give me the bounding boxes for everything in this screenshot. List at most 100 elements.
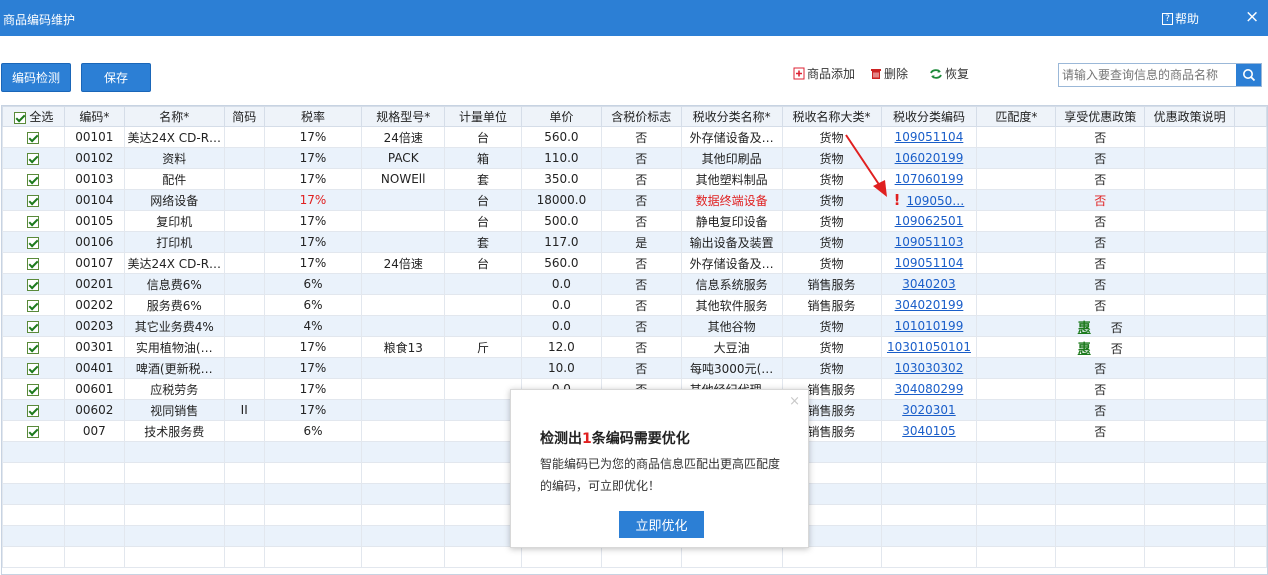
col-match[interactable]: 匹配度* bbox=[976, 106, 1057, 127]
row-select-cell[interactable] bbox=[2, 357, 65, 379]
add-product-button[interactable]: 商品添加 bbox=[793, 65, 855, 82]
cell-cat-code[interactable]: 10301050101 bbox=[880, 336, 978, 358]
table-row[interactable]: 00102 资料 17% PACK 箱 110.0 否其他印刷品 货物 106020199 否 bbox=[2, 147, 1267, 169]
table-row[interactable] bbox=[2, 546, 1267, 568]
cell-cat-code[interactable]: 109051104 bbox=[880, 252, 978, 274]
row-select-cell[interactable] bbox=[2, 168, 65, 190]
col-code[interactable]: 编码* bbox=[63, 106, 125, 127]
tax-code-link[interactable]: 304080299 bbox=[895, 382, 964, 396]
row-select-cell[interactable] bbox=[2, 504, 65, 526]
table-row[interactable]: 00301 实用植物油(… 17% 粮食13 斤 12.0 否大豆油 货物 1030105010… bbox=[2, 336, 1267, 358]
cell-cat-code[interactable]: 3020301 bbox=[880, 399, 978, 421]
col-unit[interactable]: 计量单位 bbox=[444, 106, 522, 127]
row-checkbox[interactable] bbox=[27, 299, 40, 312]
row-checkbox[interactable] bbox=[27, 257, 40, 270]
search-button[interactable] bbox=[1236, 64, 1261, 86]
row-select-cell[interactable] bbox=[2, 189, 65, 211]
row-select-cell[interactable] bbox=[2, 126, 65, 148]
table-row[interactable]: 00202 服务费6% 6% 0.0 否其他软件服务 销售服务 304020199 否 bbox=[2, 294, 1267, 316]
table-row[interactable]: 00101 美达24X CD-R… 17% 24倍速台 560.0 否外存储设备及… 货物 1… bbox=[2, 126, 1267, 148]
preferential-badge-icon[interactable]: 惠 bbox=[1078, 342, 1091, 357]
tax-code-link[interactable]: 10301050101 bbox=[887, 340, 971, 354]
col-cat-major[interactable]: 税收名称大类* bbox=[781, 106, 882, 127]
cell-cat-code[interactable] bbox=[880, 441, 978, 463]
col-spec[interactable]: 规格型号* bbox=[361, 106, 446, 127]
optimize-now-button[interactable]: 立即优化 bbox=[619, 511, 704, 538]
table-row[interactable]: 00203 其它业务费4% 4% 0.0 否其他谷物 货物 101010199 惠否 bbox=[2, 315, 1267, 337]
row-checkbox[interactable] bbox=[27, 236, 40, 249]
table-row[interactable]: 00201 信息费6% 6% 0.0 否信息系统服务 销售服务 3040203 否 bbox=[2, 273, 1267, 295]
row-select-cell[interactable] bbox=[2, 231, 65, 253]
row-select-cell[interactable] bbox=[2, 483, 65, 505]
col-cat-name[interactable]: 税收分类名称* bbox=[680, 106, 783, 127]
cell-cat-code[interactable]: 106020199 bbox=[880, 147, 978, 169]
cell-cat-code[interactable] bbox=[880, 462, 978, 484]
detect-code-button[interactable]: 编码检测 bbox=[1, 63, 71, 92]
popup-close-button[interactable]: × bbox=[789, 394, 800, 409]
search-input[interactable] bbox=[1059, 64, 1236, 86]
select-all-checkbox[interactable] bbox=[13, 111, 26, 124]
row-select-cell[interactable] bbox=[2, 378, 65, 400]
col-cat-code[interactable]: 税收分类编码 bbox=[880, 106, 978, 127]
cell-cat-code[interactable]: 107060199 bbox=[880, 168, 978, 190]
table-row[interactable]: 00107 美达24X CD-R… 17% 24倍速台 560.0 否外存储设备及… 货物 1… bbox=[2, 252, 1267, 274]
delete-button[interactable]: 删除 bbox=[870, 65, 908, 82]
row-select-cell[interactable] bbox=[2, 315, 65, 337]
tax-code-link[interactable]: 106020199 bbox=[895, 151, 964, 165]
row-select-cell[interactable] bbox=[2, 294, 65, 316]
tax-code-link[interactable]: 109051104 bbox=[895, 130, 964, 144]
row-select-cell[interactable] bbox=[2, 399, 65, 421]
cell-cat-code[interactable]: 109051103 bbox=[880, 231, 978, 253]
row-checkbox[interactable] bbox=[27, 194, 40, 207]
table-row[interactable]: 00401 啤酒(更新税… 17% 10.0 否每吨3000元(… 货物 103030302… bbox=[2, 357, 1267, 379]
cell-cat-code[interactable]: 3040105 bbox=[880, 420, 978, 442]
table-row[interactable]: 00103 配件 17% NOWEll 套 350.0 否其他塑料制品 货物 107060199… bbox=[2, 168, 1267, 190]
row-checkbox[interactable] bbox=[27, 215, 40, 228]
tax-code-link[interactable]: 109050… bbox=[906, 194, 964, 208]
row-select-cell[interactable] bbox=[2, 462, 65, 484]
close-button[interactable]: × bbox=[1245, 7, 1259, 27]
cell-cat-code[interactable] bbox=[880, 546, 978, 568]
table-row[interactable]: 00105 复印机 17% 台 500.0 否静电复印设备 货物 109062501 否 bbox=[2, 210, 1267, 232]
row-checkbox[interactable] bbox=[27, 278, 40, 291]
tax-code-link[interactable]: 101010199 bbox=[895, 319, 964, 333]
table-row[interactable]: 00106 打印机 17% 套 117.0 是输出设备及装置 货物 109051103 否 bbox=[2, 231, 1267, 253]
save-button[interactable]: 保存 bbox=[81, 63, 151, 92]
cell-cat-code[interactable]: 304020199 bbox=[880, 294, 978, 316]
row-checkbox[interactable] bbox=[27, 152, 40, 165]
tax-code-link[interactable]: 109051104 bbox=[895, 256, 964, 270]
row-checkbox[interactable] bbox=[27, 320, 40, 333]
cell-cat-code[interactable]: ! 109050… bbox=[880, 189, 978, 211]
row-checkbox[interactable] bbox=[27, 341, 40, 354]
row-select-cell[interactable] bbox=[2, 252, 65, 274]
row-checkbox[interactable] bbox=[27, 131, 40, 144]
row-select-cell[interactable] bbox=[2, 546, 65, 568]
cell-cat-code[interactable] bbox=[880, 504, 978, 526]
tax-code-link[interactable]: 103030302 bbox=[895, 361, 964, 375]
cell-cat-code[interactable]: 103030302 bbox=[880, 357, 978, 379]
cell-cat-code[interactable]: 109051104 bbox=[880, 126, 978, 148]
tax-code-link[interactable]: 304020199 bbox=[895, 298, 964, 312]
col-pref-desc[interactable]: 优惠政策说明 bbox=[1144, 106, 1236, 127]
col-preferential[interactable]: 享受优惠政策 bbox=[1055, 106, 1146, 127]
tax-code-link[interactable]: 3020301 bbox=[902, 403, 955, 417]
row-select-cell[interactable] bbox=[2, 210, 65, 232]
col-abbr[interactable]: 简码 bbox=[223, 106, 265, 127]
row-checkbox[interactable] bbox=[27, 404, 40, 417]
row-select-cell[interactable] bbox=[2, 441, 65, 463]
row-select-cell[interactable] bbox=[2, 336, 65, 358]
col-name[interactable]: 名称* bbox=[123, 106, 225, 127]
cell-cat-code[interactable]: 3040203 bbox=[880, 273, 978, 295]
cell-cat-code[interactable]: 109062501 bbox=[880, 210, 978, 232]
restore-button[interactable]: 恢复 bbox=[929, 65, 969, 82]
preferential-badge-icon[interactable]: 惠 bbox=[1078, 321, 1091, 336]
row-checkbox[interactable] bbox=[27, 425, 40, 438]
row-select-cell[interactable] bbox=[2, 420, 65, 442]
cell-cat-code[interactable]: 304080299 bbox=[880, 378, 978, 400]
col-price[interactable]: 单价 bbox=[520, 106, 602, 127]
row-checkbox[interactable] bbox=[27, 173, 40, 186]
row-select-cell[interactable] bbox=[2, 147, 65, 169]
col-rate[interactable]: 税率 bbox=[263, 106, 363, 127]
help-button[interactable]: ? 帮助 bbox=[1162, 10, 1199, 27]
row-checkbox[interactable] bbox=[27, 383, 40, 396]
